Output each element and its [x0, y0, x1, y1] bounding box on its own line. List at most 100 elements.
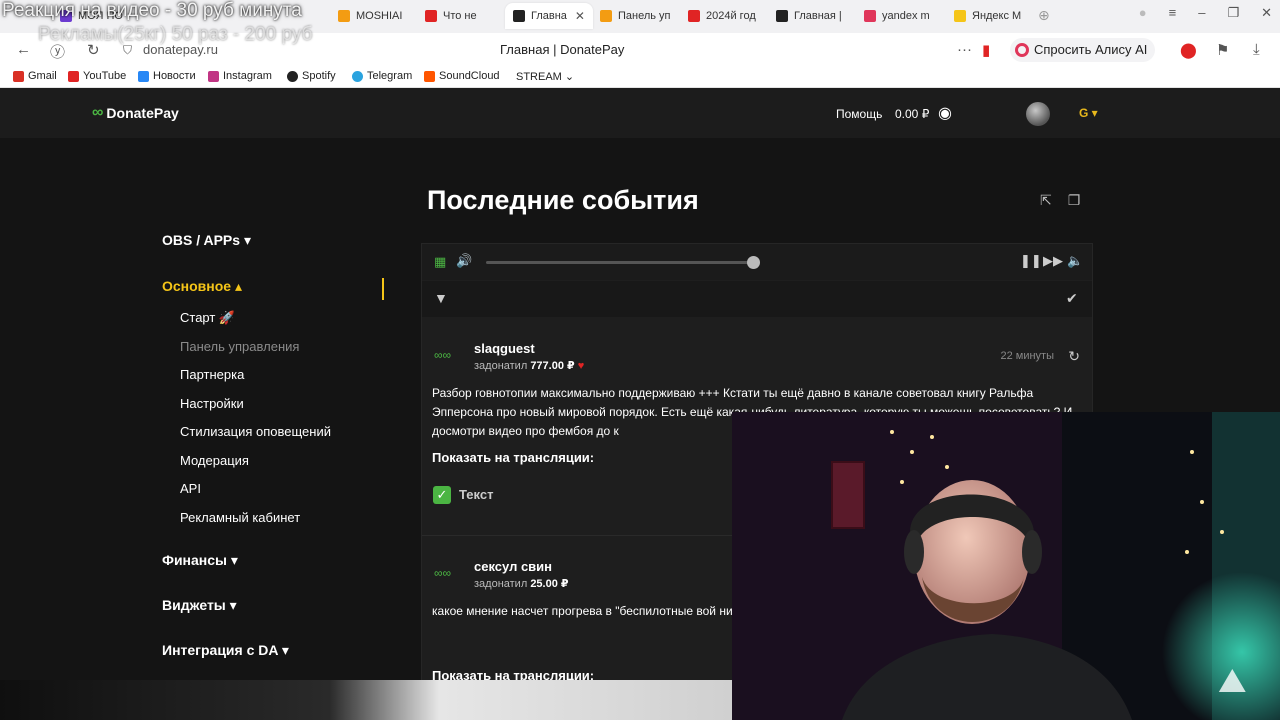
- spotify-icon: [287, 70, 298, 82]
- menu-icon[interactable]: ≡: [1169, 5, 1177, 21]
- browser-tab[interactable]: Главная |: [776, 3, 842, 29]
- ask-alice-label: Спросить Алису AI: [1034, 42, 1148, 57]
- bookmark-label: Новости: [153, 70, 196, 82]
- amount-prefix: задонатил: [474, 360, 528, 372]
- tab-favicon-icon: [513, 10, 525, 22]
- sidebar-item-moderation[interactable]: Модерация: [180, 453, 249, 468]
- bookmark-instagram[interactable]: Instagram: [208, 70, 272, 82]
- sidebar-item-dashboard[interactable]: Панель управления: [180, 339, 299, 354]
- mark-all-read-icon[interactable]: ✔: [1066, 290, 1078, 307]
- bookmark-spotify[interactable]: Spotify: [287, 70, 336, 82]
- new-tab-icon[interactable]: ⊕: [1038, 7, 1050, 24]
- filter-icon[interactable]: ▼: [434, 290, 448, 306]
- browser-tab-active[interactable]: Главна ✕: [505, 3, 593, 29]
- skip-icon[interactable]: ▶▶: [1043, 253, 1063, 269]
- amount-prefix: задонатил: [474, 578, 528, 590]
- donation-amount: задонатил 777.00 ₽ ♥: [474, 359, 584, 372]
- amount-value: 25.00 ₽: [530, 578, 569, 590]
- stream-overlay-line: Крик в трубку(26кг) 10 раз - 100 руб: [120, 48, 418, 68]
- browser-tab[interactable]: Панель уп: [600, 3, 671, 29]
- sidebar-item-api[interactable]: API: [180, 481, 201, 496]
- donatepay-small-icon: ∞∞: [434, 348, 452, 362]
- site-header: ∞ DonatePay Помощь 0.00 ₽ ◉ G ▾: [0, 88, 1280, 138]
- copy-icon[interactable]: ❐: [1068, 192, 1081, 209]
- tab-label: 2024й год: [706, 10, 756, 22]
- bookmark-icon[interactable]: ▮: [982, 41, 990, 59]
- sidebar-section-obs-apps[interactable]: OBS / APPs ▾: [162, 232, 251, 249]
- restore-icon[interactable]: ❐: [1227, 5, 1239, 21]
- eye-icon[interactable]: ◉: [938, 103, 952, 123]
- bookmark-news[interactable]: Новости: [138, 70, 196, 82]
- volume-slider-track[interactable]: [486, 261, 754, 264]
- tab-favicon-icon: [600, 10, 612, 22]
- bottom-overlay-strip: [0, 680, 732, 720]
- tab-favicon-icon: [338, 10, 350, 22]
- page-title: Последние события: [427, 185, 699, 215]
- sidebar-section-widgets[interactable]: Виджеты ▾: [162, 597, 237, 614]
- sidebar-item-start[interactable]: Старт 🚀: [180, 310, 235, 326]
- tab-label: Что не: [443, 10, 477, 22]
- tab-label: Панель уп: [618, 10, 671, 22]
- film-icon[interactable]: ▦: [434, 254, 446, 270]
- gmail-icon: [13, 70, 24, 82]
- bookmark-label: Gmail: [28, 70, 57, 82]
- sidebar-section-main[interactable]: Основное ▴: [162, 278, 242, 295]
- external-link-icon[interactable]: ⇱: [1040, 192, 1052, 209]
- replay-icon[interactable]: ↻: [1068, 348, 1080, 365]
- bookmark-soundcloud[interactable]: SoundCloud: [424, 70, 500, 82]
- profile-icon[interactable]: ●: [1139, 5, 1147, 21]
- browser-tab[interactable]: yandex m: [864, 3, 930, 29]
- more-icon[interactable]: ···: [957, 41, 972, 58]
- ask-alice-button[interactable]: Спросить Алису AI: [1010, 38, 1156, 62]
- opera-icon[interactable]: ⬤: [1180, 41, 1197, 59]
- instagram-icon: [208, 70, 219, 82]
- volume-icon[interactable]: 🔊: [456, 253, 472, 269]
- sidebar-section-da-integration[interactable]: Интеграция с DA ▾: [162, 642, 289, 659]
- extensions-icon[interactable]: ⚑: [1216, 41, 1229, 59]
- back-arrow-icon[interactable]: ←: [16, 41, 31, 58]
- close-tab-icon[interactable]: ✕: [575, 9, 585, 23]
- avatar[interactable]: [1026, 102, 1050, 126]
- donation-amount: задонатил 25.00 ₽: [474, 577, 569, 590]
- minimize-icon[interactable]: –: [1198, 5, 1205, 21]
- close-window-icon[interactable]: ✕: [1261, 5, 1272, 21]
- sidebar-item-ad-cabinet[interactable]: Рекламный кабинет: [180, 510, 300, 525]
- pause-icon[interactable]: ❚❚: [1020, 253, 1042, 269]
- tab-label: yandex m: [882, 10, 930, 22]
- bookmarks-bar: Gmail YouTube Новости Instagram Spotify …: [0, 67, 1280, 88]
- donation-time: 22 минуты: [1000, 350, 1054, 362]
- show-text-checkbox[interactable]: ✓: [433, 486, 451, 504]
- user-menu-toggle[interactable]: G ▾: [1079, 106, 1098, 120]
- browser-tab[interactable]: Что не: [425, 3, 477, 29]
- browser-tab[interactable]: Яндекс М: [954, 3, 1021, 29]
- sidebar-item-alert-styling[interactable]: Стилизация оповещений: [180, 424, 331, 439]
- bookmark-folder-stream[interactable]: STREAM ⌄: [516, 70, 574, 83]
- sidebar-item-partners[interactable]: Партнерка: [180, 367, 244, 382]
- sidebar-item-settings[interactable]: Настройки: [180, 396, 244, 411]
- tab-favicon-icon: [954, 10, 966, 22]
- tab-label: Главная |: [794, 10, 842, 22]
- sidebar-section-finance[interactable]: Финансы ▾: [162, 552, 238, 569]
- volume-slider-handle[interactable]: [747, 256, 760, 269]
- bookmark-label: STREAM ⌄: [516, 71, 575, 83]
- bookmark-youtube[interactable]: YouTube: [68, 70, 126, 82]
- browser-tab[interactable]: MOSHIAI: [338, 3, 402, 29]
- bookmark-label: Spotify: [302, 70, 336, 82]
- telegram-icon: [352, 70, 363, 82]
- bookmark-telegram[interactable]: Telegram: [352, 70, 412, 82]
- infinity-logo-icon: ∞: [92, 104, 104, 121]
- tab-favicon-icon: [425, 10, 437, 22]
- download-icon[interactable]: ⤓: [1253, 41, 1260, 58]
- logo-text: DonatePay: [106, 105, 179, 121]
- browser-tab[interactable]: 2024й год: [688, 3, 756, 29]
- help-link[interactable]: Помощь: [836, 107, 882, 121]
- filter-bar: ▼ ✔: [422, 281, 1092, 317]
- youtube-icon: [68, 70, 79, 82]
- speaker-icon[interactable]: 🔈: [1067, 253, 1083, 269]
- stream-logo-icon: ⛰: [1218, 662, 1247, 700]
- bookmark-gmail[interactable]: Gmail: [13, 70, 57, 82]
- donatepay-logo[interactable]: ∞ DonatePay: [92, 104, 179, 122]
- amount-value: 777.00 ₽: [530, 360, 575, 372]
- tab-favicon-icon: [776, 10, 788, 22]
- donatepay-small-icon: ∞∞: [434, 566, 452, 580]
